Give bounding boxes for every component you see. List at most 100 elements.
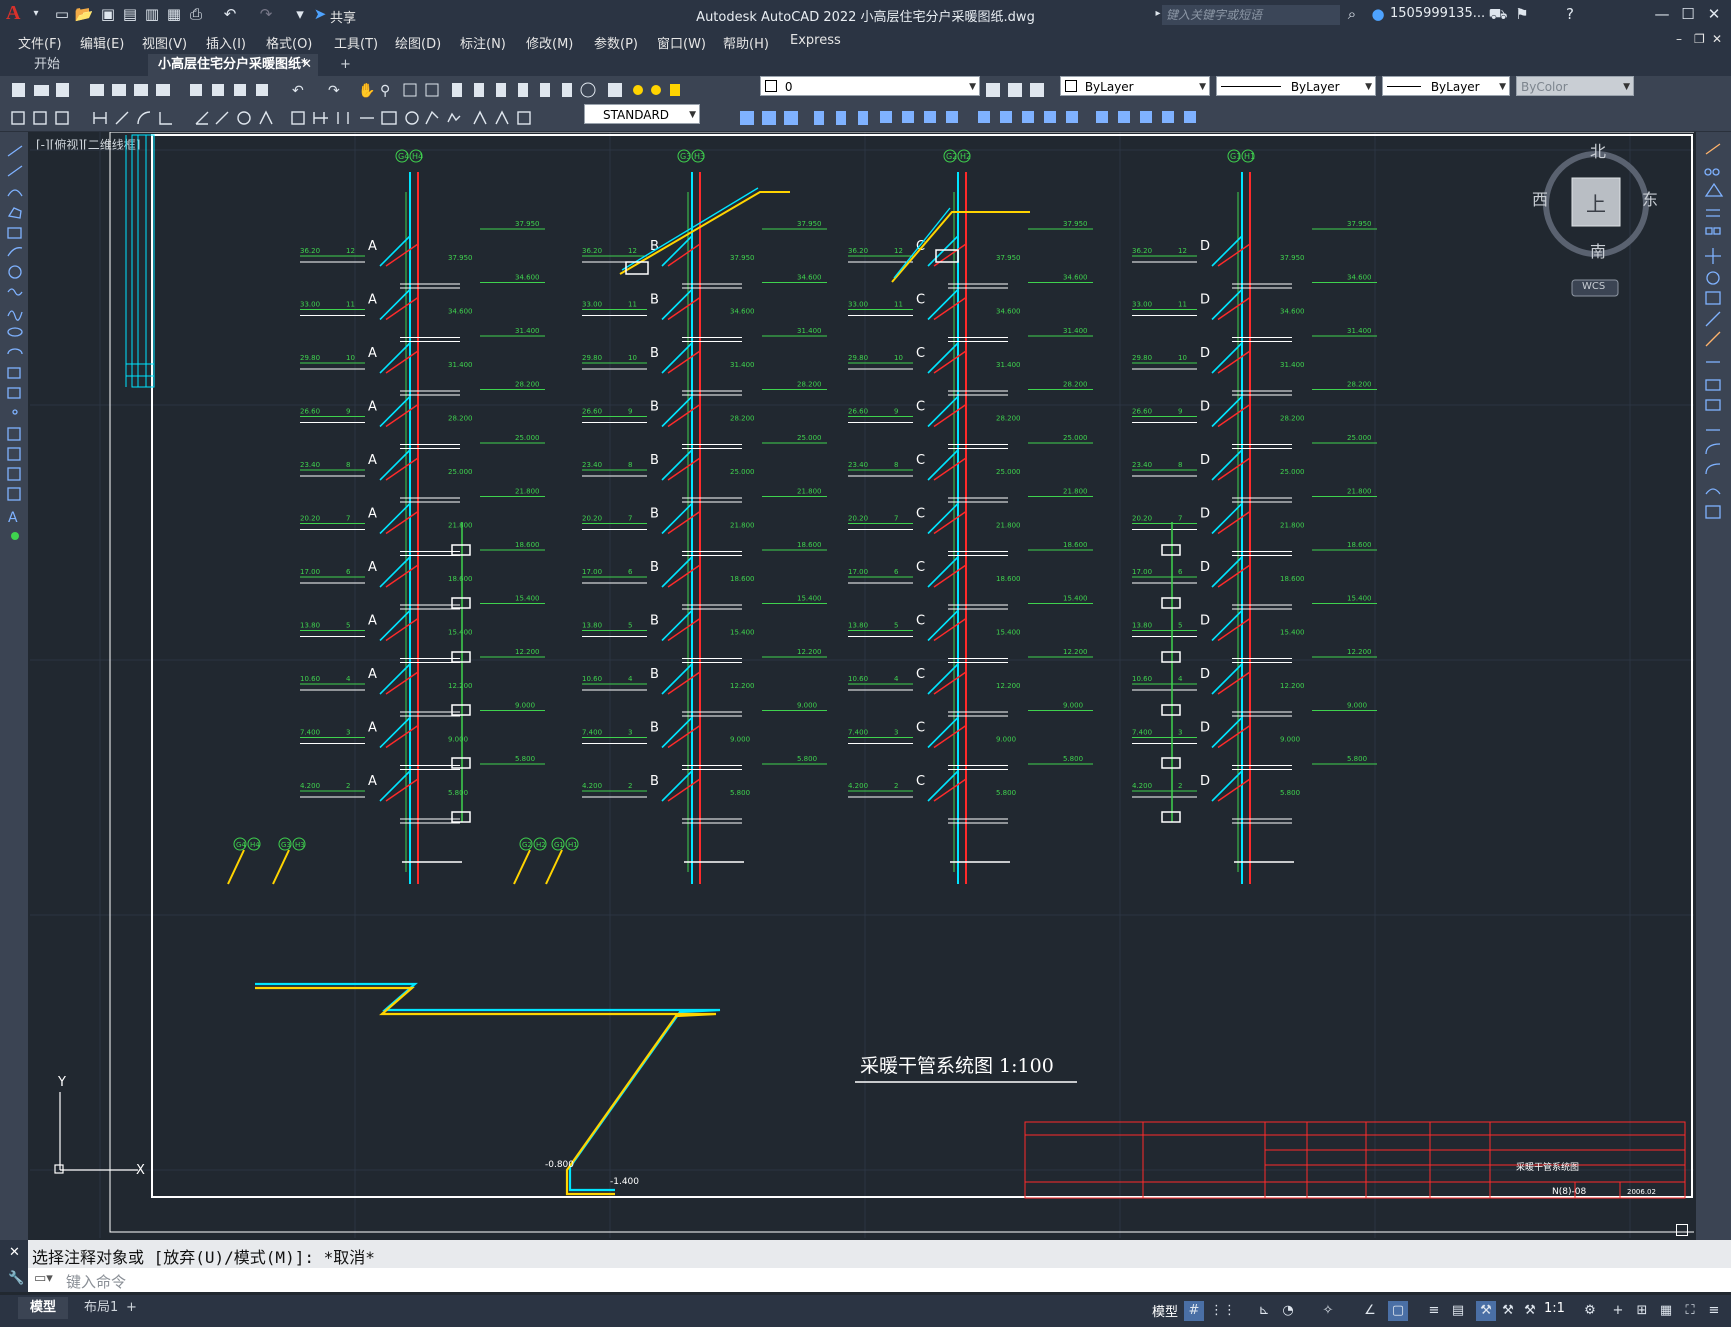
resize-grip[interactable]: [1676, 1224, 1688, 1236]
modify-tool-icons[interactable]: [704, 108, 1224, 128]
annomonitor-icon[interactable]: +: [1608, 1301, 1628, 1321]
color-dropdown[interactable]: ByLayer ▼: [1060, 76, 1210, 96]
autocad-logo-icon[interactable]: A: [6, 2, 20, 25]
isodraft-icon[interactable]: ✧: [1318, 1301, 1338, 1321]
clean-screen-icon[interactable]: ⛶: [1680, 1301, 1700, 1321]
menu-modify[interactable]: 修改(M): [526, 33, 573, 52]
search-icon[interactable]: ⌕: [1342, 4, 1362, 24]
user-account[interactable]: 1505999135...: [1390, 6, 1485, 21]
osnap-icon[interactable]: ∠: [1360, 1301, 1380, 1321]
layer-tool-icons[interactable]: [984, 81, 1054, 99]
workspace-gear-icon[interactable]: ⚙: [1580, 1301, 1600, 1321]
viewcube-north[interactable]: 北: [1590, 138, 1606, 162]
left-level-label: 7.400: [848, 729, 868, 737]
menu-edit[interactable]: 编辑(E): [80, 33, 124, 52]
app-menu-arrow-icon[interactable]: ▾: [26, 4, 46, 24]
transparency-icon[interactable]: ▤: [1448, 1301, 1468, 1321]
menu-insert[interactable]: 插入(I): [206, 33, 246, 52]
new-tab-button[interactable]: +: [330, 54, 358, 76]
menu-draw[interactable]: 绘图(D): [395, 33, 441, 52]
layer-dropdown[interactable]: 0 ▼: [760, 76, 980, 96]
tab-start[interactable]: 开始: [24, 54, 146, 76]
grid-toggle-icon[interactable]: #: [1184, 1301, 1204, 1321]
unit-letter: A: [368, 400, 377, 415]
menu-help[interactable]: 帮助(H): [723, 33, 769, 52]
save-as-icon[interactable]: ▤: [120, 4, 140, 24]
polar-icon[interactable]: ◔: [1278, 1301, 1298, 1321]
doc-restore-icon[interactable]: ❐: [1694, 32, 1705, 46]
standard-tool-icons[interactable]: ↶ ↷ ✋ ⚲: [8, 80, 688, 100]
command-recent-icon[interactable]: ▭▾: [34, 1271, 53, 1286]
command-input[interactable]: 键入命令: [66, 1271, 126, 1292]
viewcube-south[interactable]: 南: [1590, 238, 1606, 262]
color-value: ByLayer: [1084, 80, 1134, 94]
cart-icon[interactable]: ⛟: [1488, 4, 1508, 24]
minimize-icon[interactable]: —: [1652, 4, 1672, 24]
menu-window[interactable]: 窗口(W): [657, 33, 706, 52]
viewcube-west[interactable]: 西: [1532, 186, 1548, 210]
save-icon[interactable]: ▣: [98, 4, 118, 24]
menu-format[interactable]: 格式(O): [266, 33, 312, 52]
open-web-icon[interactable]: ▥: [142, 4, 162, 24]
snap-toggle-icon[interactable]: ⋮⋮: [1210, 1301, 1236, 1321]
annotation-scale-value[interactable]: 1:1: [1544, 1301, 1565, 1316]
maximize-icon[interactable]: ☐: [1678, 4, 1698, 24]
copy-to-layer-icon: [55, 111, 69, 125]
menu-express[interactable]: Express: [790, 33, 841, 48]
linetype-dropdown[interactable]: ByLayer ▼: [1216, 76, 1376, 96]
viewcube[interactable]: 北 南 东 西 上 WCS: [1532, 138, 1662, 298]
lineweight-icon[interactable]: ≡: [1424, 1301, 1444, 1321]
otrack-icon[interactable]: ▢: [1388, 1301, 1408, 1321]
close-icon[interactable]: ✕: [1704, 4, 1724, 24]
redo-icon[interactable]: ↷: [256, 4, 276, 24]
plot-icon[interactable]: ⎙: [186, 4, 206, 24]
units-icon[interactable]: ⊞: [1632, 1301, 1652, 1321]
menu-view[interactable]: 视图(V): [142, 33, 187, 52]
tab-model[interactable]: 模型: [18, 1297, 69, 1319]
user-icon[interactable]: ●: [1368, 4, 1388, 24]
plotstyle-dropdown[interactable]: ByColor ▼: [1516, 76, 1634, 96]
elevation-label: 21.800: [797, 488, 822, 496]
tab-active-drawing[interactable]: 小高层住宅分户采暖图纸* ✕: [148, 54, 318, 76]
close-command-icon[interactable]: ✕: [9, 1245, 20, 1260]
a360-icon[interactable]: ⚑: [1512, 4, 1532, 24]
menu-dimension[interactable]: 标注(N): [460, 33, 506, 52]
menu-file[interactable]: 文件(F): [18, 33, 62, 52]
annotation-visibility-icon[interactable]: ⚒: [1476, 1301, 1496, 1321]
lineweight-dropdown[interactable]: ByLayer ▼: [1382, 76, 1510, 96]
left-level-label: 10.60: [848, 675, 868, 683]
tab-close-icon[interactable]: ✕: [301, 54, 312, 76]
new-file-icon[interactable]: ▭: [52, 4, 72, 24]
share-icon[interactable]: ➤: [310, 4, 330, 24]
drawing-canvas[interactable]: [-][俯视][二维线框] G4 H4 A 36.20 12 37.950 37.950 A 3…: [30, 132, 1694, 1238]
search-input[interactable]: 键入关键字或短语: [1162, 5, 1340, 25]
ortho-icon[interactable]: ⊾: [1254, 1301, 1274, 1321]
doc-minimize-icon[interactable]: –: [1676, 32, 1682, 46]
undo-icon[interactable]: ↶: [220, 4, 240, 24]
tab-layout1[interactable]: 布局1: [72, 1297, 130, 1319]
text-style-dropdown[interactable]: STANDARD ▼: [584, 104, 700, 124]
modify-palette-icons[interactable]: [1696, 132, 1731, 552]
share-label[interactable]: 共享: [330, 7, 356, 26]
help-icon[interactable]: ?: [1560, 4, 1580, 24]
autoscale-icon[interactable]: ⚒: [1498, 1301, 1518, 1321]
draw-tool-icons[interactable]: A: [0, 132, 28, 592]
viewcube-top-face[interactable]: 上: [1586, 188, 1606, 217]
command-close-strip: ✕: [0, 1240, 28, 1268]
save-web-icon[interactable]: ▦: [164, 4, 184, 24]
wcs-menu[interactable]: WCS: [1582, 281, 1605, 292]
quick-properties-icon[interactable]: ▦: [1656, 1301, 1676, 1321]
customization-icon[interactable]: ≡: [1704, 1301, 1724, 1321]
viewcube-east[interactable]: 东: [1642, 186, 1658, 210]
dimension-tool-icons[interactable]: [8, 108, 578, 128]
model-space-button[interactable]: 模型: [1152, 1301, 1178, 1320]
customize-arrow-icon[interactable]: ▾: [290, 4, 310, 24]
annotation-scale-icon[interactable]: ⚒: [1520, 1301, 1540, 1321]
open-file-icon[interactable]: 📂: [74, 4, 94, 24]
wrench-icon[interactable]: 🔧: [8, 1271, 24, 1286]
menu-tools[interactable]: 工具(T): [334, 33, 378, 52]
polyline-icon: [7, 189, 23, 197]
doc-close-icon[interactable]: ✕: [1712, 32, 1722, 46]
menu-parameter[interactable]: 参数(P): [594, 33, 638, 52]
add-layout-button[interactable]: +: [126, 1297, 137, 1319]
